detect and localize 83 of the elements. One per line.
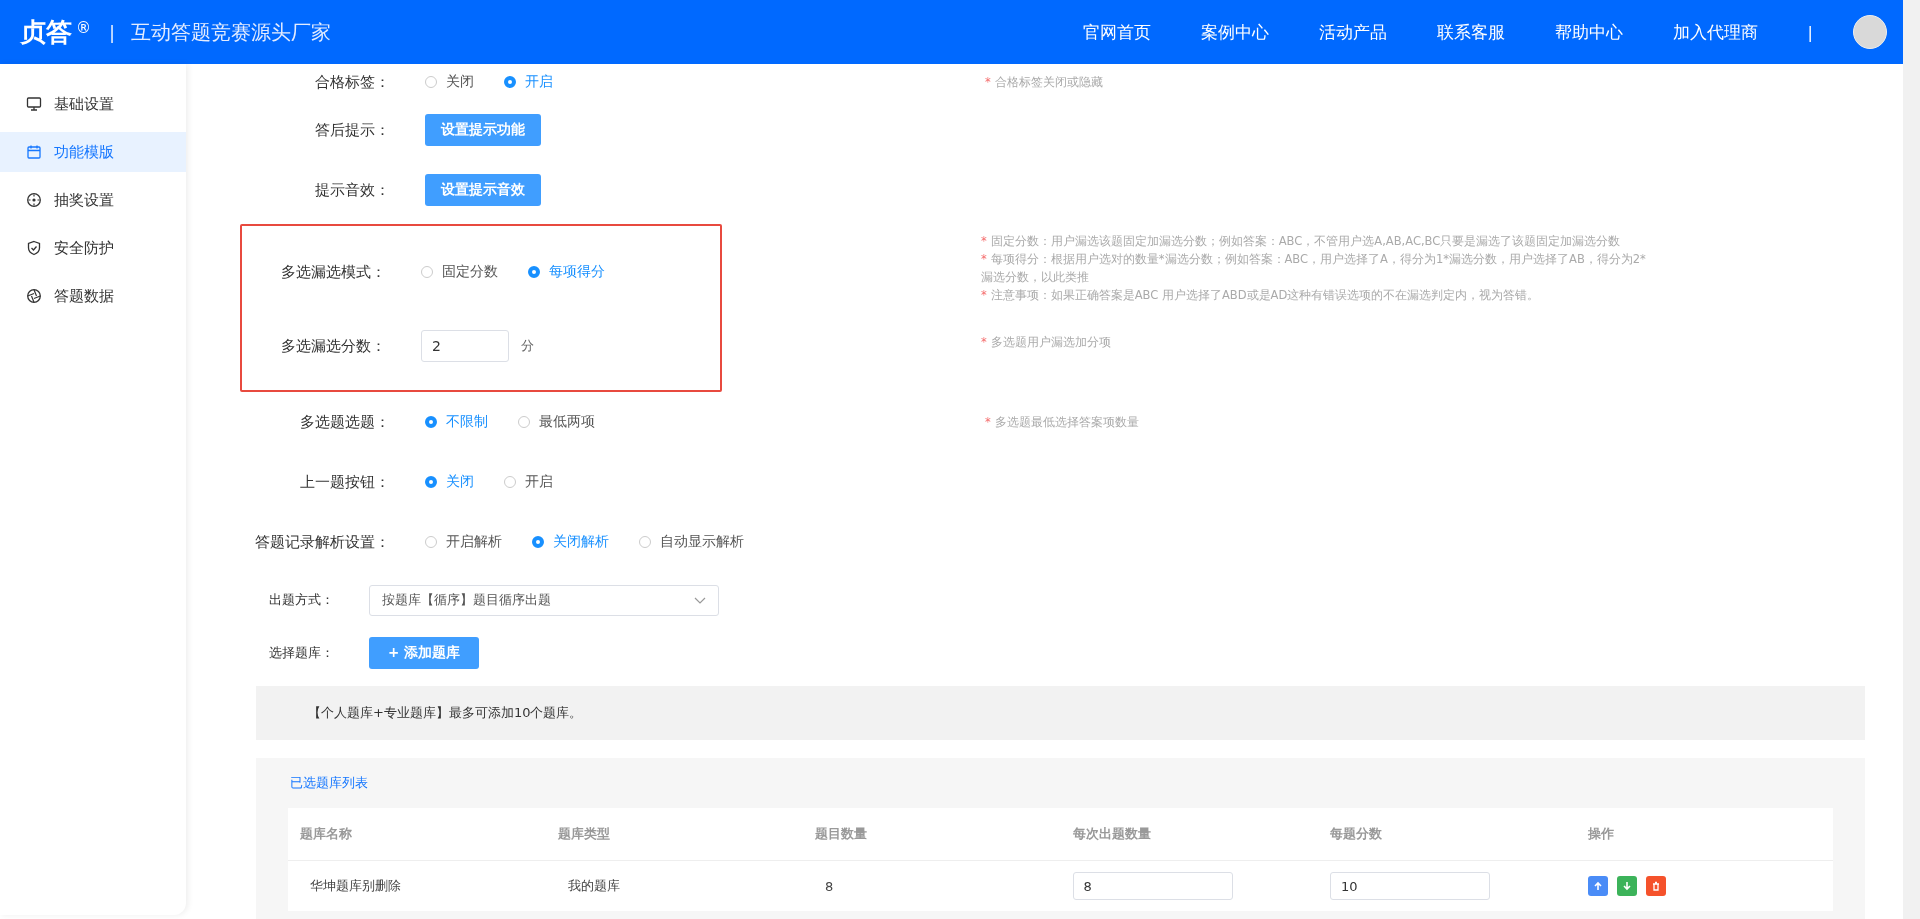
move-up-button[interactable] [1587, 876, 1608, 896]
radio-circle[interactable] [504, 476, 516, 488]
column-header: 操作 [1575, 808, 1833, 861]
dial-icon [26, 192, 42, 208]
sidebar-item[interactable]: 基础设置 [0, 84, 186, 124]
nav-link[interactable]: 案例中心 [1200, 20, 1269, 44]
registered-mark: ® [76, 19, 91, 37]
field-label: 多选题选题： [299, 412, 391, 432]
monitor-icon [26, 96, 42, 112]
hint-text: * 固定分数：用户漏选该题固定加漏选分数；例如答案：ABC，不管用户选A,AB,AC,BC只要是漏选了该题固定加漏选分数 * 每项得分：根据用户选对的数量*漏选分数；例如答案：ABC，用户选择了A，得分为1*漏选分数，用户选择了AB，得分为2*漏选分数，以此类推 * 注意事项：如果正确答案是ABC 用户选择了ABD或是AD这种有错误选项的不在漏选判定内，视为答错。 [981, 233, 1647, 304]
avatar[interactable] [1853, 15, 1887, 49]
radio-option[interactable]: 开启 [504, 473, 553, 491]
column-header: 每次出题数量 [1060, 808, 1318, 861]
nav-link[interactable]: 帮助中心 [1554, 20, 1623, 44]
field-label: 上一题按钮： [299, 472, 391, 492]
radio-circle[interactable] [421, 266, 433, 278]
unit-label: 分 [521, 337, 534, 355]
aperture-icon [26, 288, 42, 304]
radio-circle[interactable] [425, 76, 437, 88]
radio-option[interactable]: 自动显示解析 [639, 533, 744, 551]
radio-circle[interactable] [532, 536, 544, 548]
move-down-button[interactable] [1616, 876, 1637, 896]
field-label: 合格标签： [314, 72, 391, 92]
header-divider: | [109, 21, 116, 43]
delete-button[interactable] [1645, 876, 1666, 896]
shield-check-icon [26, 240, 42, 256]
table-cell: 华坤题库别删除 [288, 860, 546, 911]
radio-option[interactable]: 最低两项 [518, 413, 595, 431]
column-header: 题目数量 [803, 808, 1061, 861]
settings-button[interactable]: 设置提示音效 [425, 174, 541, 206]
radio-circle[interactable] [528, 266, 540, 278]
nav-link[interactable]: 联系客服 [1436, 20, 1505, 44]
logo: 贞答 [20, 15, 72, 49]
field-label: 答题记录解析设置： [254, 532, 391, 552]
table-cell: 8 [803, 860, 1061, 911]
radio-option[interactable]: 关闭 [425, 473, 474, 491]
radio-circle[interactable] [504, 76, 516, 88]
nav-link[interactable]: 加入代理商 [1672, 20, 1758, 44]
sidebar-item[interactable]: 答题数据 [0, 276, 186, 316]
add-bank-button[interactable]: + 添加题库 [369, 637, 479, 669]
number-input[interactable]: 2 [421, 330, 509, 362]
sidebar-item[interactable]: 抽奖设置 [0, 180, 186, 220]
hint-text: * 多选题最低选择答案项数量 [985, 414, 1140, 431]
radio-circle[interactable] [425, 536, 437, 548]
field-label: 多选漏选模式： [280, 262, 387, 282]
field-label: 多选漏选分数： [280, 336, 387, 356]
radio-circle[interactable] [425, 416, 437, 428]
notice-bar: 【个人题库+专业题库】最多可添加10个题库。 [256, 686, 1865, 740]
hint-text: * 多选题用户漏选加分项 [981, 334, 1112, 351]
radio-option[interactable]: 开启 [504, 73, 553, 91]
radio-option[interactable]: 固定分数 [421, 263, 498, 281]
radio-option[interactable]: 每项得分 [528, 263, 605, 281]
radio-option[interactable]: 不限制 [425, 413, 488, 431]
radio-circle[interactable] [639, 536, 651, 548]
scrollbar-track[interactable] [1903, 0, 1920, 919]
radio-option[interactable]: 开启解析 [425, 533, 502, 551]
hint-text: * 合格标签关闭或隐藏 [985, 74, 1104, 91]
radio-option[interactable]: 关闭解析 [532, 533, 609, 551]
radio-circle[interactable] [425, 476, 437, 488]
sidebar-item[interactable]: 安全防护 [0, 228, 186, 268]
radio-option[interactable]: 关闭 [425, 73, 474, 91]
table-input[interactable]: 10 [1330, 872, 1490, 900]
column-header: 题库名称 [288, 808, 546, 861]
field-label: 提示音效： [314, 180, 391, 200]
nav-link[interactable]: 官网首页 [1082, 20, 1151, 44]
field-label: 出题方式： [269, 591, 335, 609]
column-header: 每题分数 [1318, 808, 1576, 861]
select-field[interactable]: 按题库【循序】题目循序出题 [369, 584, 719, 616]
nav-link[interactable]: 活动产品 [1318, 20, 1387, 44]
table-input[interactable]: 8 [1072, 872, 1233, 900]
field-label: 答后提示： [314, 120, 391, 140]
field-label: 选择题库： [269, 644, 335, 662]
sidebar-item[interactable]: 功能模版 [0, 132, 186, 172]
nav-divider: | [1807, 22, 1813, 42]
chevron-down-icon [694, 596, 706, 604]
column-header: 题库类型 [545, 808, 803, 861]
settings-button[interactable]: 设置提示功能 [425, 114, 541, 146]
table-cell: 我的题库 [545, 860, 803, 911]
arrow-down-icon [1620, 880, 1633, 892]
slogan: 互动答题竞赛源头厂家 [131, 18, 332, 46]
calendar-icon [26, 144, 42, 160]
panel-title: 已选题库列表 [290, 774, 368, 792]
radio-circle[interactable] [518, 416, 530, 428]
